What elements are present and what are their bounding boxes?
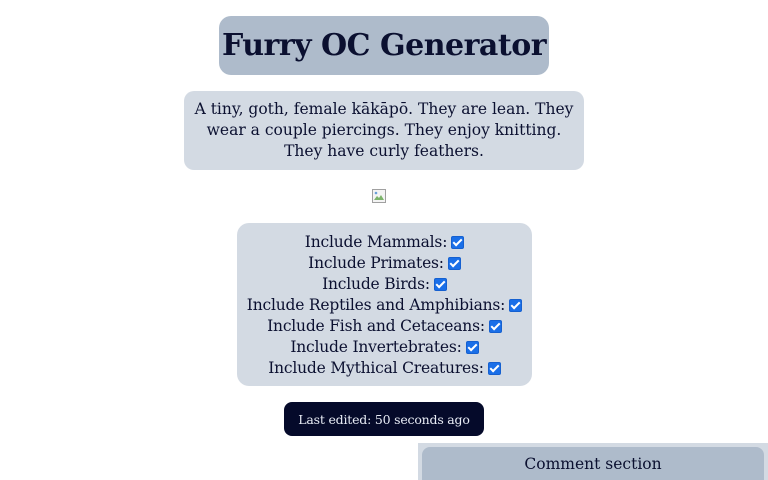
- title-banner: Furry OC Generator: [219, 16, 549, 75]
- include-reptiles-amphibians-checkbox[interactable]: [509, 299, 523, 312]
- page-title: Furry OC Generator: [221, 28, 547, 63]
- option-primates: Include Primates:: [237, 253, 532, 274]
- include-mammals-checkbox[interactable]: [451, 236, 465, 249]
- option-mammals: Include Mammals:: [237, 232, 532, 253]
- option-label: Include Reptiles and Amphibians:: [246, 296, 506, 314]
- option-label: Include Primates:: [308, 254, 444, 272]
- page: Furry OC Generator A tiny, goth, female …: [0, 0, 768, 480]
- include-fish-cetaceans-checkbox[interactable]: [488, 320, 502, 333]
- comment-section: Comment section: [418, 443, 768, 480]
- option-label: Include Mythical Creatures:: [268, 359, 484, 377]
- option-label: Include Fish and Cetaceans:: [267, 317, 485, 335]
- option-label: Include Birds:: [322, 275, 430, 293]
- option-label: Include Invertebrates:: [290, 338, 462, 356]
- option-reptiles-amphibians: Include Reptiles and Amphibians:: [237, 295, 532, 316]
- option-invertebrates: Include Invertebrates:: [237, 337, 532, 358]
- include-invertebrates-checkbox[interactable]: [465, 341, 479, 354]
- comment-section-header[interactable]: Comment section: [422, 447, 764, 480]
- option-birds: Include Birds:: [237, 274, 532, 295]
- include-birds-checkbox[interactable]: [433, 278, 447, 291]
- option-mythical-creatures: Include Mythical Creatures:: [237, 358, 532, 379]
- character-image: [371, 188, 387, 204]
- broken-image-icon: [372, 189, 386, 203]
- last-edited-badge: Last edited: 50 seconds ago: [284, 402, 484, 436]
- include-primates-checkbox[interactable]: [447, 257, 461, 270]
- species-options-panel: Include Mammals: Include Primates: Inclu…: [237, 223, 532, 386]
- character-description: A tiny, goth, female kākāpō. They are le…: [184, 91, 584, 170]
- option-fish-cetaceans: Include Fish and Cetaceans:: [237, 316, 532, 337]
- option-label: Include Mammals:: [304, 233, 448, 251]
- include-mythical-creatures-checkbox[interactable]: [487, 362, 501, 375]
